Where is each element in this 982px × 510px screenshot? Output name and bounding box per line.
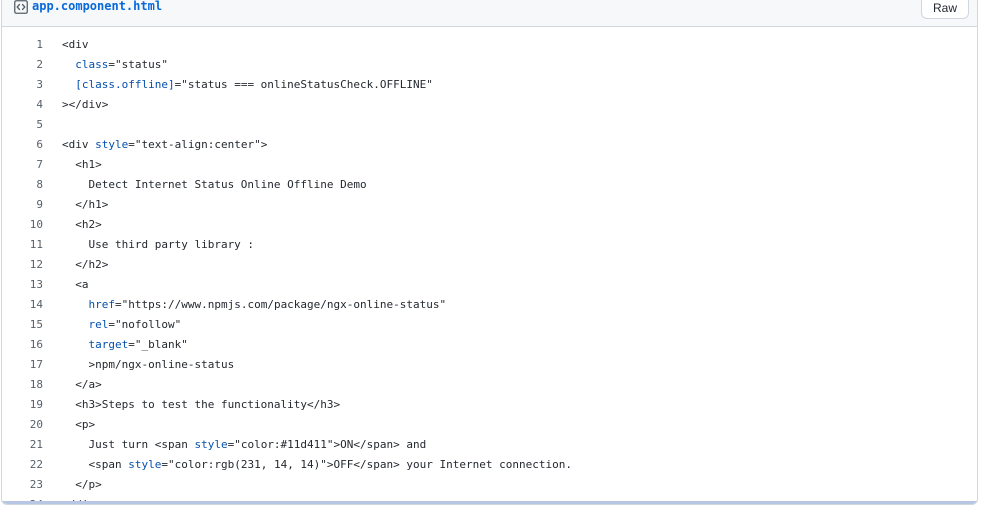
code-line: 15 rel="nofollow" xyxy=(2,315,977,335)
code-line: 7 <h1> xyxy=(2,155,977,175)
code-file-viewer: app.component.html Raw 1 <div 2 class="sta… xyxy=(1,0,978,505)
code-text: <p> xyxy=(62,418,96,431)
line-number[interactable]: 6 xyxy=(2,135,43,155)
line-number[interactable]: 17 xyxy=(2,355,43,375)
file-header: app.component.html Raw xyxy=(2,0,977,27)
line-number[interactable]: 7 xyxy=(2,155,43,175)
line-number[interactable]: 8 xyxy=(2,175,43,195)
line-number[interactable]: 5 xyxy=(2,115,43,135)
code-line: 20 <p> xyxy=(2,415,977,435)
code-text: href="https://www.npmjs.com/package/ngx-… xyxy=(88,298,447,311)
bottom-scroll-edge xyxy=(2,501,977,504)
line-number[interactable]: 21 xyxy=(2,435,43,455)
code-text: <h3>Steps to test the functionality</h3> xyxy=(62,398,341,411)
line-number[interactable]: 18 xyxy=(2,375,43,395)
code-line: 22 <span style="color:rgb(231, 14, 14)">… xyxy=(2,455,977,475)
line-number[interactable]: 3 xyxy=(2,75,43,95)
code-text: class="status" xyxy=(75,58,168,71)
line-number[interactable]: 22 xyxy=(2,455,43,475)
code-text: target="_blank" xyxy=(88,338,188,351)
code-text: <h2> xyxy=(62,218,102,231)
line-number[interactable]: 2 xyxy=(2,55,43,75)
code-line: 16 target="_blank" xyxy=(2,335,977,355)
code-line: 8 Detect Internet Status Online Offline … xyxy=(2,175,977,195)
line-number[interactable]: 9 xyxy=(2,195,43,215)
code-line: 5 xyxy=(2,115,977,135)
line-number[interactable]: 15 xyxy=(2,315,43,335)
line-number[interactable]: 12 xyxy=(2,255,43,275)
line-number[interactable]: 23 xyxy=(2,475,43,495)
file-name-link[interactable]: app.component.html xyxy=(32,0,162,16)
code-line: 4 ></div> xyxy=(2,95,977,115)
code-text: >npm/ngx-online-status xyxy=(62,358,235,371)
code-text: <div style="text-align:center"> xyxy=(62,138,268,151)
line-number[interactable]: 13 xyxy=(2,275,43,295)
code-line: 14 href="https://www.npmjs.com/package/n… xyxy=(2,295,977,315)
line-number[interactable]: 19 xyxy=(2,395,43,415)
code-line: 17 >npm/ngx-online-status xyxy=(2,355,977,375)
code-line: 18 </a> xyxy=(2,375,977,395)
line-number[interactable]: 4 xyxy=(2,95,43,115)
code-body: 1 <div 2 class="status" 3 [class.offline]="… xyxy=(2,35,977,504)
code-text: rel="nofollow" xyxy=(88,318,182,331)
code-line: 19 <h3>Steps to test the functionality</… xyxy=(2,395,977,415)
line-number[interactable]: 11 xyxy=(2,235,43,255)
code-text: Detect Internet Status Online Offline De… xyxy=(62,178,367,191)
code-line: 21 Just turn <span style="color:#11d411"… xyxy=(2,435,977,455)
code-line: 6 <div style="text-align:center"> xyxy=(2,135,977,155)
code-text: </h2> xyxy=(62,258,109,271)
code-text: Just turn <span style="color:#11d411">ON… xyxy=(62,438,427,451)
code-file-icon xyxy=(14,0,28,14)
raw-button[interactable]: Raw xyxy=(920,0,969,19)
code-text: </a> xyxy=(62,378,102,391)
code-text: </h1> xyxy=(62,198,109,211)
code-text: ></div> xyxy=(62,98,109,111)
code-text: Use third party library : xyxy=(62,238,255,251)
code-line: 23 </p> xyxy=(2,475,977,495)
code-line: 10 <h2> xyxy=(2,215,977,235)
code-text: <span style="color:rgb(231, 14, 14)">OFF… xyxy=(62,458,572,471)
line-number[interactable]: 1 xyxy=(2,35,43,55)
code-line: 2 class="status" xyxy=(2,55,977,75)
code-line: 11 Use third party library : xyxy=(2,235,977,255)
line-number[interactable]: 16 xyxy=(2,335,43,355)
code-text: <div xyxy=(62,38,89,51)
code-text: [class.offline]="status === onlineStatus… xyxy=(75,78,433,91)
code-line: 12 </h2> xyxy=(2,255,977,275)
code-text: <a xyxy=(62,278,89,291)
code-line: 1 <div xyxy=(2,35,977,55)
code-line: 13 <a xyxy=(2,275,977,295)
line-number[interactable]: 10 xyxy=(2,215,43,235)
code-text: <h1> xyxy=(62,158,102,171)
line-number[interactable]: 20 xyxy=(2,415,43,435)
line-number[interactable]: 14 xyxy=(2,295,43,315)
code-line: 9 </h1> xyxy=(2,195,977,215)
code-text: </p> xyxy=(62,478,102,491)
code-line: 3 [class.offline]="status === onlineStat… xyxy=(2,75,977,95)
